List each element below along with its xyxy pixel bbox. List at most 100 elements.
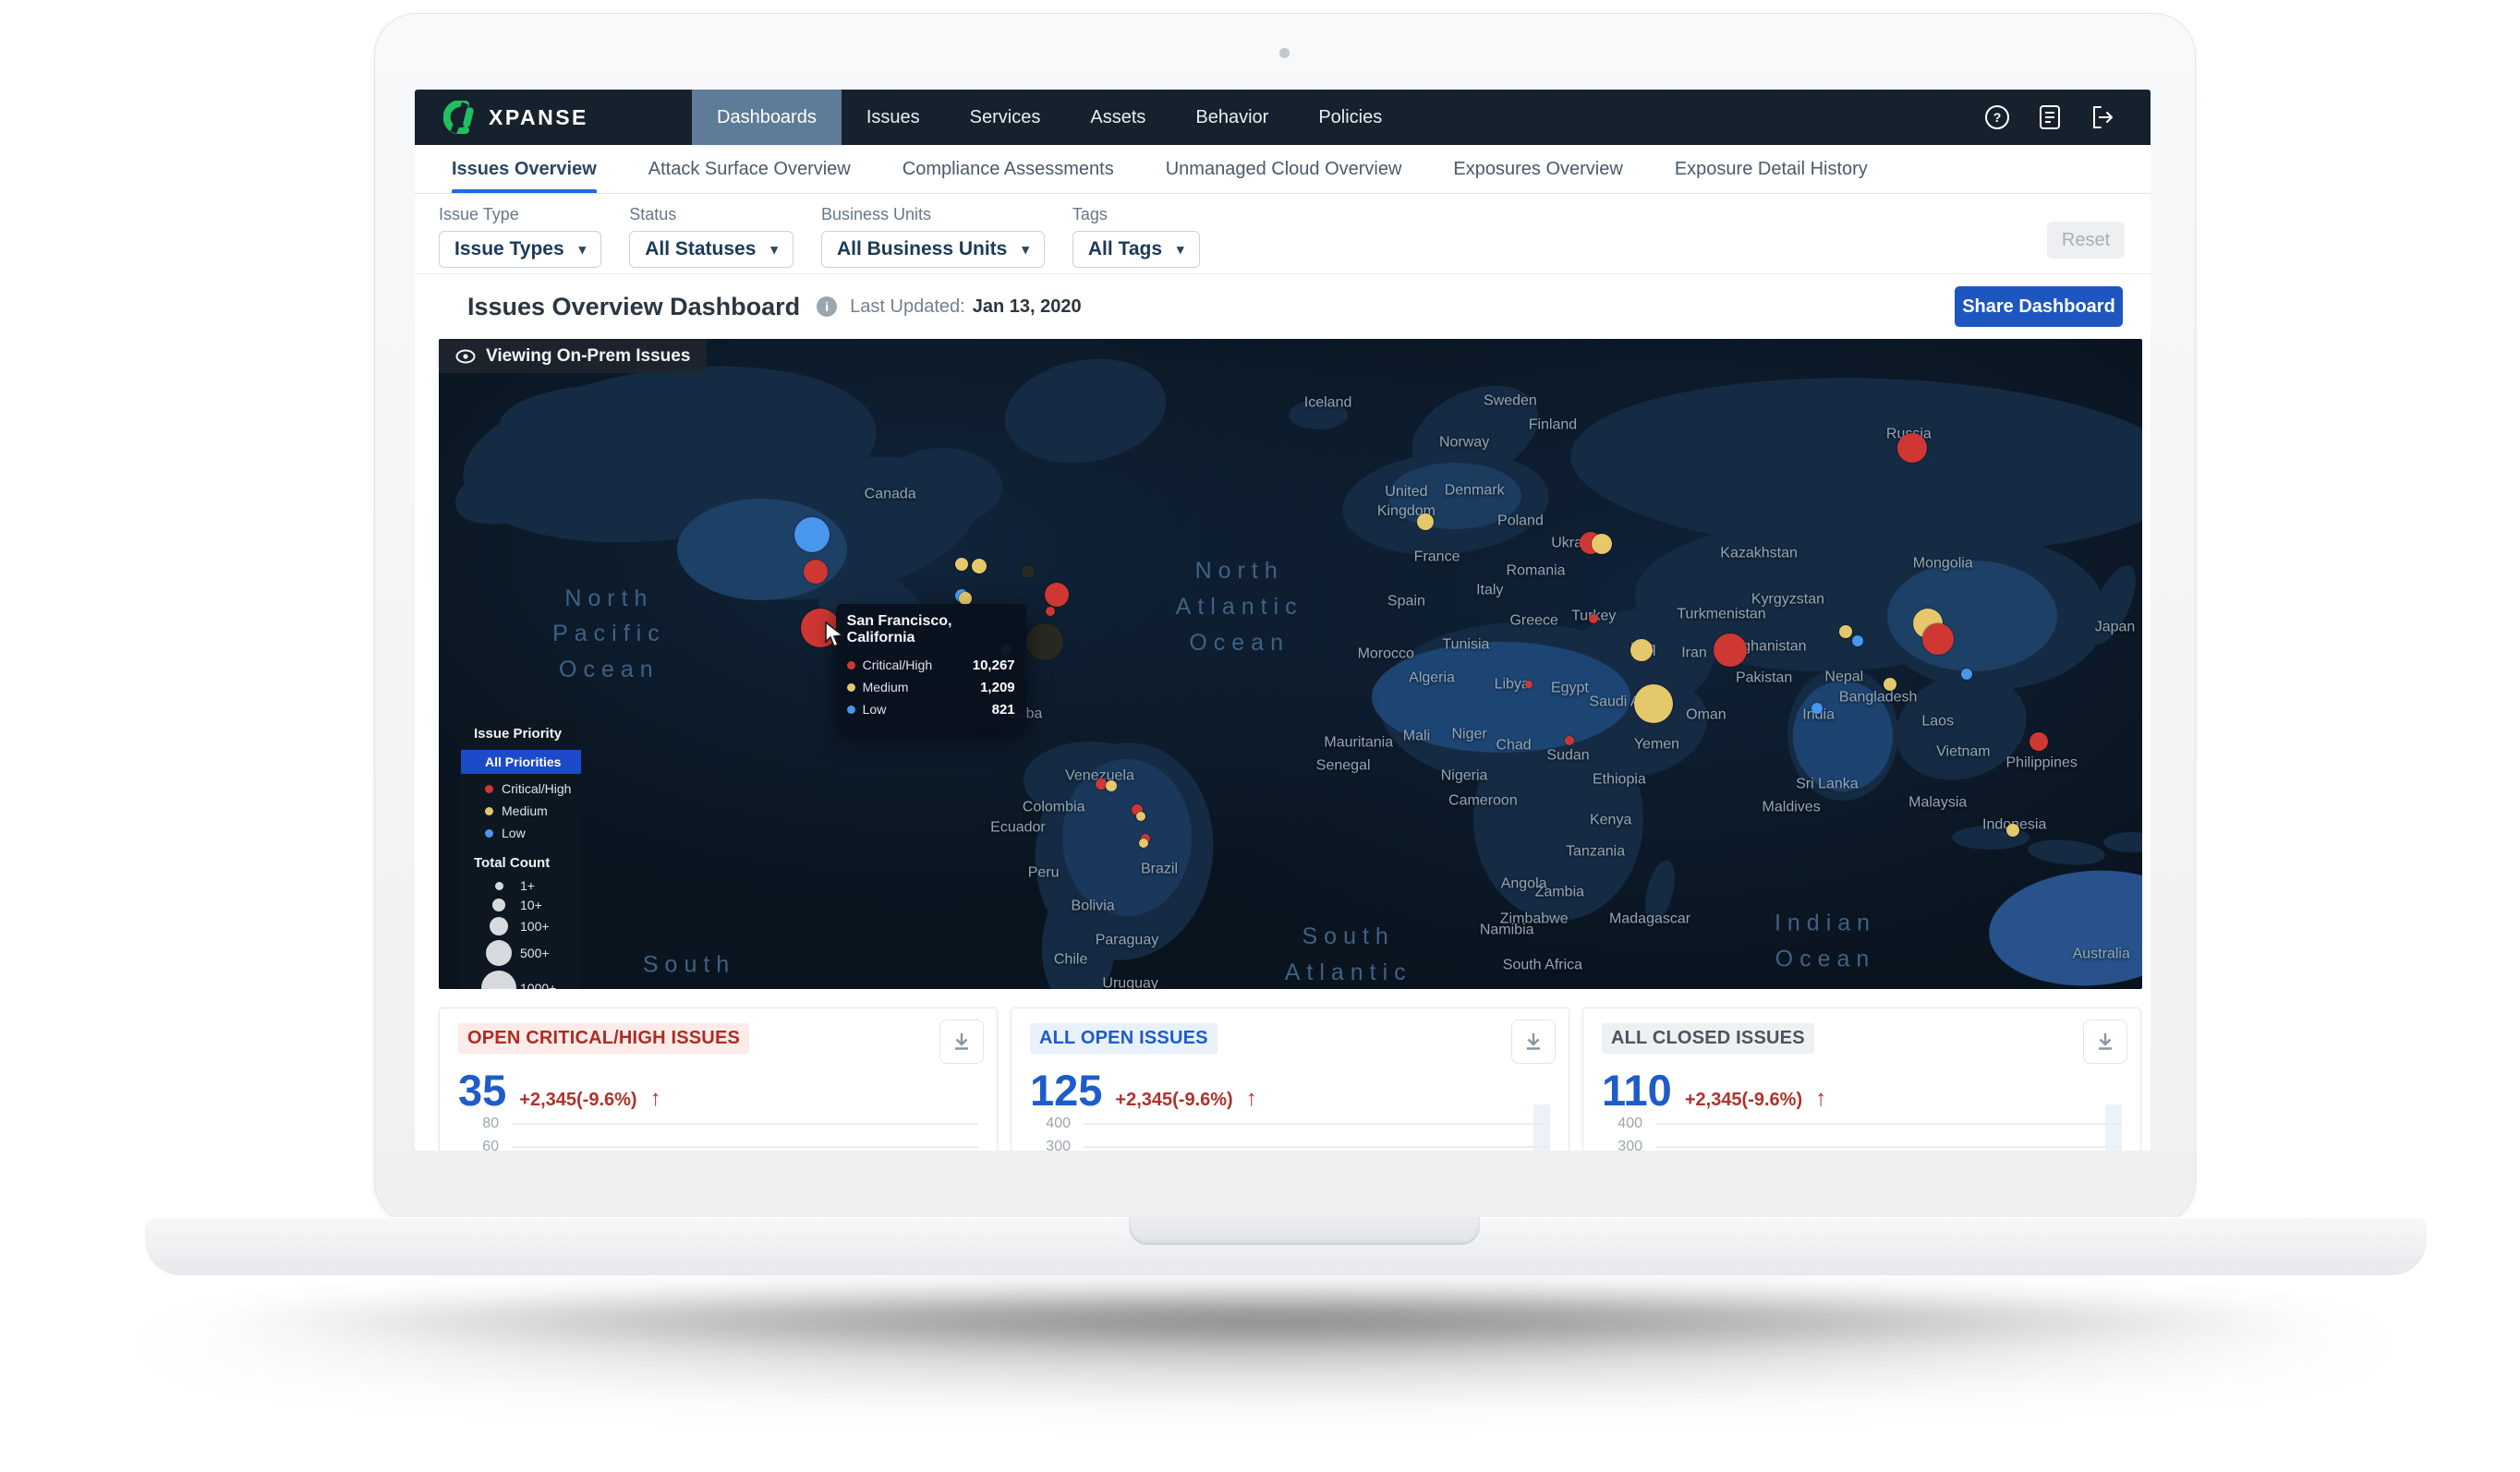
top-navbar: XPANSE DashboardsIssuesServicesAssetsBeh… (415, 90, 2150, 145)
issue-dot-critical[interactable] (801, 609, 840, 647)
issue-dot-critical[interactable] (804, 560, 828, 584)
issue-dot-critical[interactable] (1714, 633, 1747, 667)
legend-count-label: 1+ (520, 878, 535, 893)
share-dashboard-button[interactable]: Share Dashboard (1955, 286, 2123, 327)
brand[interactable]: XPANSE (415, 90, 692, 145)
issue-dot-medium[interactable] (972, 559, 987, 573)
issue-dot-critical[interactable] (1589, 614, 1598, 623)
card-mini-chart: 400300 (1602, 1112, 2122, 1151)
filter-select-business-units[interactable]: All Business Units▾ (821, 231, 1045, 268)
legend-priority-low[interactable]: Low (461, 822, 581, 844)
issue-dot-critical[interactable] (1046, 607, 1055, 616)
world-issues-map[interactable]: Viewing On-Prem Issues Issue Priority Al… (439, 339, 2142, 989)
issue-dot-low[interactable] (794, 517, 830, 552)
help-icon[interactable]: ? (1984, 104, 2010, 130)
issue-dot-critical[interactable] (1897, 433, 1927, 463)
issue-dot-dim[interactable] (1022, 565, 1035, 578)
y-axis-tick: 300 (1030, 1139, 1084, 1152)
nav-item-issues[interactable]: Issues (842, 90, 945, 145)
issue-dot-medium[interactable] (959, 592, 972, 605)
chevron-down-icon: ▾ (1022, 241, 1029, 258)
chart-grid-row: 60 (458, 1135, 978, 1151)
issue-dot-low[interactable] (1852, 635, 1863, 646)
summary-card-all-open-issues: ALL OPEN ISSUES125+2,345(-9.6%)↑400300 (1011, 1007, 1569, 1151)
sign-out-icon[interactable] (2090, 104, 2115, 130)
filter-label: Status (629, 205, 794, 224)
legend-count-label: 100+ (520, 919, 550, 934)
issue-dot-medium[interactable] (1417, 513, 1434, 530)
nav-item-assets[interactable]: Assets (1065, 90, 1170, 145)
count-circle-icon (490, 917, 508, 935)
info-icon[interactable]: i (817, 296, 837, 317)
filter-bar: Issue TypeIssue Types▾StatusAll Statuses… (415, 194, 2150, 274)
map-legend: Issue Priority All Priorities Critical/H… (461, 715, 581, 989)
tab-unmanaged-cloud-overview[interactable]: Unmanaged Cloud Overview (1166, 145, 1402, 193)
nav-item-policies[interactable]: Policies (1293, 90, 1407, 145)
filter-label: Business Units (821, 205, 1045, 224)
legend-priority-medium[interactable]: Medium (461, 800, 581, 822)
issue-dot-medium[interactable] (1136, 812, 1145, 821)
filter-select-tags[interactable]: All Tags▾ (1072, 231, 1200, 268)
svg-text:?: ? (1993, 110, 2002, 125)
issue-dot-medium[interactable] (2006, 824, 2019, 837)
download-button[interactable] (939, 1020, 984, 1064)
issue-dot-medium[interactable] (1884, 678, 1896, 691)
download-icon (2095, 1032, 2115, 1052)
main-nav: DashboardsIssuesServicesAssetsBehaviorPo… (692, 90, 1407, 145)
issue-dot-low[interactable] (1961, 669, 1972, 680)
card-metric-row: 35+2,345(-9.6%)↑ (458, 1065, 978, 1116)
issue-dot-critical[interactable] (1525, 681, 1533, 688)
laptop-mockup: XPANSE DashboardsIssuesServicesAssetsBeh… (0, 0, 2520, 1472)
issue-dot-critical[interactable] (1045, 583, 1069, 607)
issue-dot-low[interactable] (1811, 703, 1823, 714)
legend-count-label: 10+ (520, 898, 542, 912)
filter-select-issue-type[interactable]: Issue Types▾ (439, 231, 601, 268)
document-icon[interactable] (2038, 104, 2062, 130)
y-axis-tick: 60 (458, 1139, 512, 1152)
tab-attack-surface-overview[interactable]: Attack Surface Overview (648, 145, 851, 193)
legend-all-priorities[interactable]: All Priorities (461, 750, 581, 774)
chart-grid-row: 80 (458, 1112, 978, 1135)
legend-priority-critical-high[interactable]: Critical/High (461, 778, 581, 800)
card-title-badge: ALL CLOSED ISSUES (1602, 1023, 1814, 1054)
issue-dot-medium[interactable] (1634, 684, 1673, 723)
summary-card-open-critical-high-issues: OPEN CRITICAL/HIGH ISSUES35+2,345(-9.6%)… (439, 1007, 998, 1151)
issue-dot-medium[interactable] (1839, 625, 1852, 638)
issue-dot-critical[interactable] (1922, 623, 1954, 655)
download-button[interactable] (1511, 1020, 1556, 1064)
tooltip-row-critical-high: Critical/High 10,267 (847, 654, 1015, 676)
count-circle-box (478, 899, 520, 911)
issue-dot-dim[interactable] (1026, 623, 1063, 660)
issue-dot-critical[interactable] (2029, 732, 2048, 751)
nav-item-services[interactable]: Services (945, 90, 1066, 145)
issue-dot-critical[interactable] (1565, 736, 1574, 745)
gridline (1655, 1123, 2122, 1125)
tooltip-row-label: Critical/High (863, 658, 965, 672)
issue-dot-medium[interactable] (1630, 639, 1653, 661)
tab-exposure-detail-history[interactable]: Exposure Detail History (1675, 145, 1868, 193)
nav-item-behavior[interactable]: Behavior (1170, 90, 1293, 145)
legend-count-row: 100+ (461, 917, 581, 935)
world-map-continents (439, 339, 2142, 989)
issue-dot-medium[interactable] (1106, 780, 1117, 791)
tab-issues-overview[interactable]: Issues Overview (452, 145, 597, 193)
tab-compliance-assessments[interactable]: Compliance Assessments (903, 145, 1114, 193)
eye-icon (455, 349, 476, 364)
viewing-mode-badge: Viewing On-Prem Issues (439, 339, 707, 373)
download-button[interactable] (2083, 1020, 2127, 1064)
filter-label: Tags (1072, 205, 1200, 224)
y-axis-tick: 400 (1602, 1116, 1655, 1132)
legend-priority-label: Medium (502, 803, 548, 818)
issue-dot-medium[interactable] (955, 558, 968, 571)
issue-dot-medium[interactable] (1139, 839, 1148, 848)
tab-exposures-overview[interactable]: Exposures Overview (1453, 145, 1622, 193)
chart-grid-row: 300 (1602, 1135, 2122, 1151)
issue-dot-medium[interactable] (1592, 534, 1612, 554)
filter-select-status[interactable]: All Statuses▾ (629, 231, 794, 268)
filter-value: Issue Types (454, 238, 564, 260)
nav-item-dashboards[interactable]: Dashboards (692, 90, 842, 145)
tooltip-row-value: 10,267 (973, 658, 1015, 673)
download-icon (951, 1032, 972, 1052)
reset-button[interactable]: Reset (2047, 222, 2125, 259)
count-circle-box (478, 940, 520, 966)
